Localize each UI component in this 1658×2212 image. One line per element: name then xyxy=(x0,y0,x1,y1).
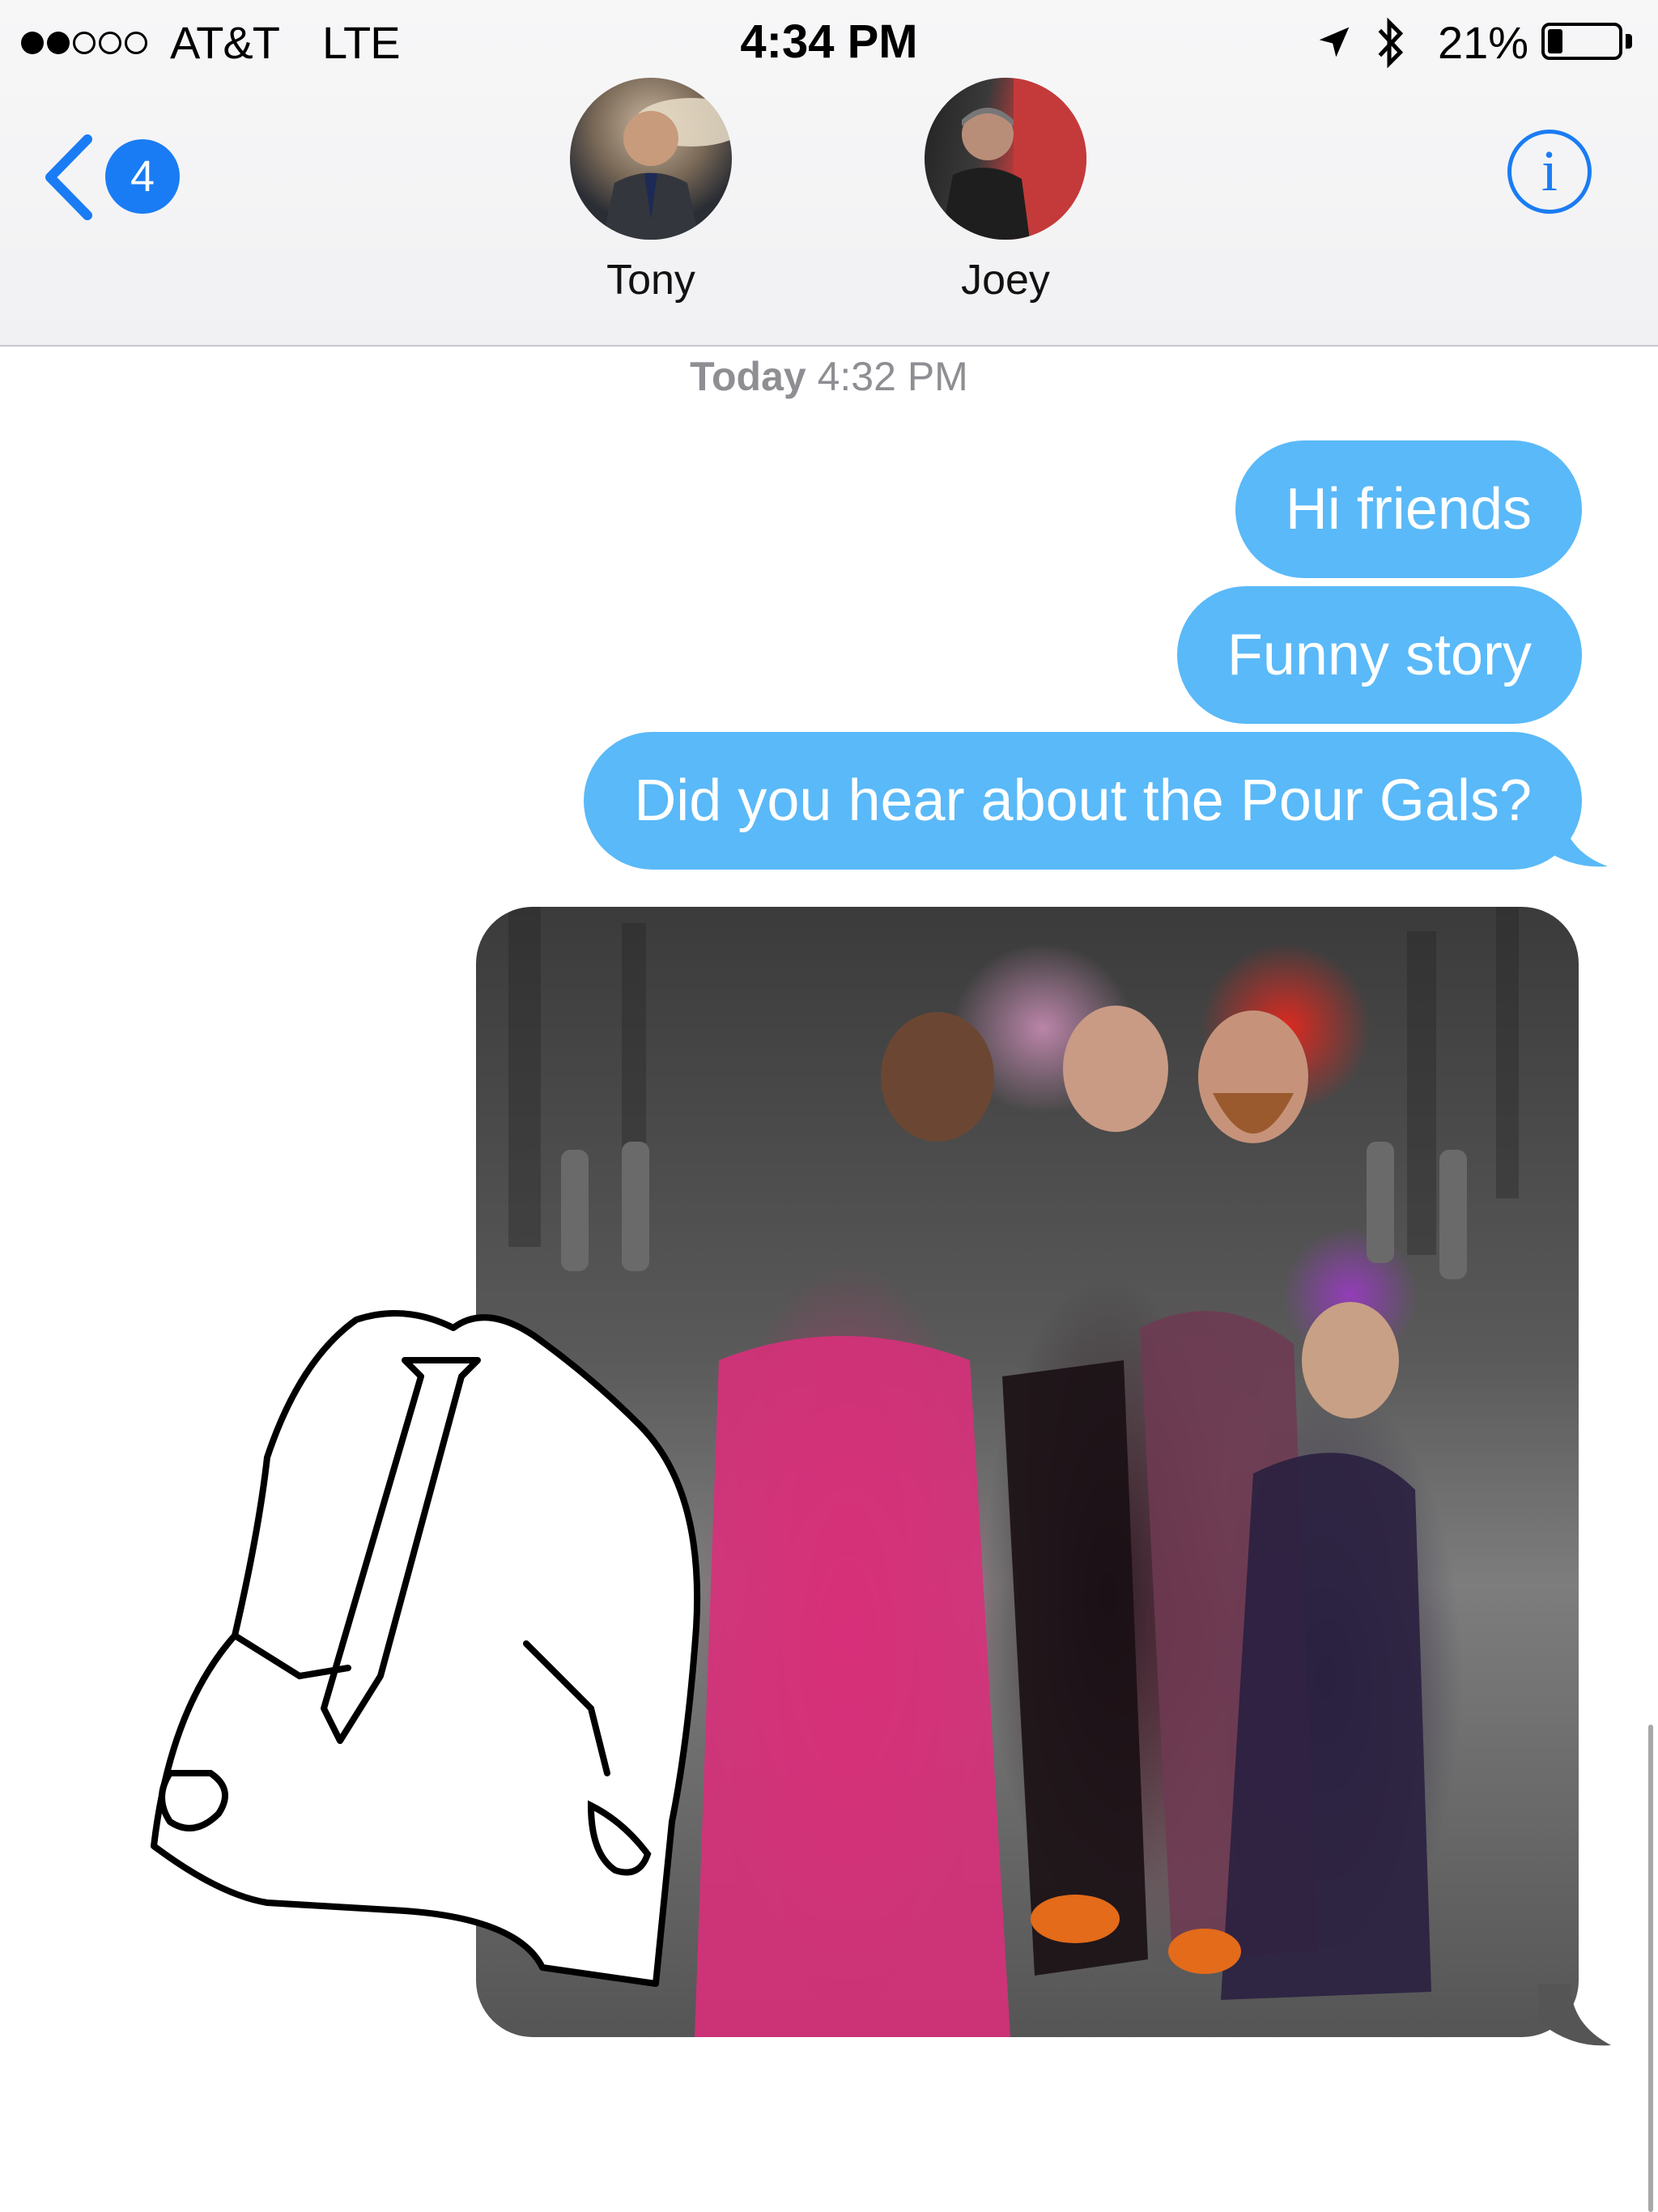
message-bubble[interactable]: Hi friends xyxy=(1235,440,1582,578)
avatar-photo xyxy=(941,78,1086,240)
battery-percentage: 21% xyxy=(1438,17,1529,68)
bubble-tail xyxy=(1535,802,1608,867)
unread-count-badge: 4 xyxy=(105,139,180,214)
status-bar: AT&T LTE 4:34 PM 21% xyxy=(0,0,1658,81)
photo-tail xyxy=(1538,1984,1611,2046)
location-arrow-icon xyxy=(1319,27,1350,57)
contact-joey[interactable]: Joey xyxy=(900,78,1111,304)
avatar xyxy=(925,78,1086,240)
jacket-sticker[interactable] xyxy=(138,1287,729,2008)
info-button[interactable]: i xyxy=(1507,130,1592,214)
chevron-left-icon xyxy=(45,134,92,220)
contact-name: Joey xyxy=(961,257,1050,304)
message-timestamp: Today 4:32 PM xyxy=(0,353,1658,400)
message-bubble[interactable]: Did you hear about the Pour Gals? xyxy=(584,732,1582,870)
contact-name: Tony xyxy=(606,257,695,304)
battery-tip xyxy=(1626,34,1632,49)
avatar xyxy=(570,78,732,240)
bluetooth-icon xyxy=(1378,17,1404,69)
battery-icon xyxy=(1541,23,1622,60)
timestamp-day: Today xyxy=(690,354,806,399)
conversation-header: AT&T LTE 4:34 PM 21% 4 Tony Joey i xyxy=(0,0,1658,347)
scroll-indicator[interactable] xyxy=(1648,1725,1653,2212)
info-icon: i xyxy=(1541,138,1558,203)
avatar-photo xyxy=(602,98,732,240)
message-bubble[interactable]: Funny story xyxy=(1176,586,1582,724)
timestamp-time: 4:32 PM xyxy=(817,354,968,399)
battery-level-fill xyxy=(1548,29,1562,53)
back-button[interactable]: 4 xyxy=(40,121,186,220)
status-time: 4:34 PM xyxy=(740,15,918,68)
contact-tony[interactable]: Tony xyxy=(546,78,756,304)
